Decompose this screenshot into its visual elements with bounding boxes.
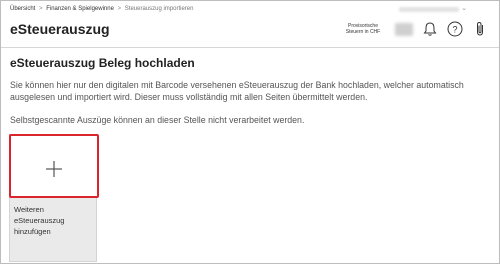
upload-description: Sie können hier nur den digitalen mit Ba…: [10, 80, 464, 102]
svg-text:?: ?: [452, 24, 457, 34]
help-icon[interactable]: ?: [446, 20, 464, 38]
breadcrumb-separator: >: [117, 6, 122, 12]
bell-icon[interactable]: [421, 20, 439, 38]
breadcrumb-item-finances[interactable]: Finanzen & Spielgewinne: [46, 6, 114, 12]
header-bar: eSteuerauszug Provisorische Steuern in C…: [1, 15, 499, 48]
chevron-down-icon[interactable]: ⌄: [461, 4, 467, 12]
breadcrumb-item-overview[interactable]: Übersicht: [10, 6, 35, 12]
account-info-blurred: [399, 7, 459, 12]
provisional-tax-label: Provisorische Steuern in CHF: [345, 23, 381, 35]
attachment-icon[interactable]: [471, 20, 489, 38]
scan-note: Selbstgescannte Auszüge können an dieser…: [10, 115, 305, 125]
tax-amount-blurred: [395, 23, 413, 36]
breadcrumb-separator: >: [39, 6, 43, 12]
breadcrumb-item-current: Steuerauszug importieren: [124, 6, 194, 12]
add-statement-label[interactable]: Weiteren eSteuerauszug hinzufügen: [14, 204, 92, 237]
breadcrumb: Übersicht > Finanzen & Spielgewinne > St…: [10, 6, 194, 12]
app-frame: Übersicht > Finanzen & Spielgewinne > St…: [0, 0, 500, 264]
section-title: eSteuerauszug Beleg hochladen: [10, 56, 195, 70]
page-title: eSteuerauszug: [10, 21, 110, 37]
plus-icon[interactable]: [44, 159, 64, 179]
